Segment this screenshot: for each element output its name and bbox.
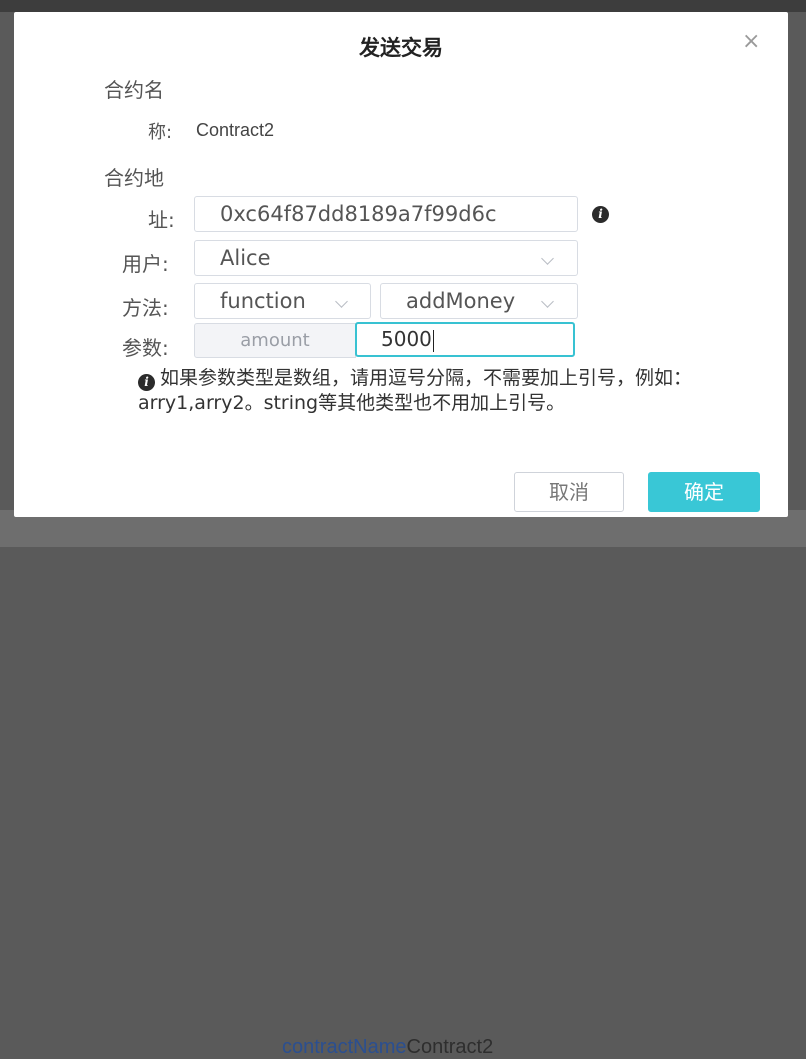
background-link-value: Contract2 (406, 1036, 494, 1058)
user-label: 用户: (122, 252, 169, 276)
info-icon: i (138, 374, 155, 391)
confirm-button[interactable]: 确定 (648, 472, 760, 512)
param-value-text: 5000 (381, 327, 432, 351)
chevron-down-icon (541, 252, 554, 265)
contract-name-label-line1: 合约名 (104, 78, 164, 102)
backdrop (0, 0, 806, 12)
param-hint: i 如果参数类型是数组，请用逗号分隔，不需要加上引号，例如：arry1,arry2… (138, 366, 758, 415)
contract-name-value: Contract2 (196, 120, 275, 140)
method-name-value: addMoney (406, 289, 516, 313)
close-icon[interactable]: × (742, 30, 760, 54)
chevron-down-icon (335, 295, 348, 308)
contract-address-input[interactable]: 0xc64f87dd8189a7f99d6c (194, 196, 578, 232)
contract-address-value: 0xc64f87dd8189a7f99d6c (220, 202, 497, 226)
user-select[interactable]: Alice (194, 240, 578, 276)
user-value: Alice (220, 246, 271, 270)
contract-address-label-line2: 址: (148, 208, 175, 232)
param-name-label: amount (194, 323, 356, 358)
method-label: 方法: (122, 296, 169, 320)
text-caret (432, 329, 434, 352)
contract-address-label-line1: 合约地 (104, 166, 164, 190)
hint-text: 如果参数类型是数组，请用逗号分隔，不需要加上引号，例如：arry1,arry2。… (138, 367, 693, 414)
chevron-down-icon (541, 295, 554, 308)
dialog-title: 发送交易 (359, 36, 443, 60)
send-transaction-dialog: 发送交易 × 合约名 称: Contract2 合约地 址: 0xc64f87d… (14, 12, 788, 517)
background-link-key: contractName (282, 1036, 407, 1058)
cancel-button[interactable]: 取消 (514, 472, 624, 512)
param-value-input[interactable]: 5000 (355, 322, 575, 357)
contract-name-label-line2: 称: (148, 122, 173, 143)
method-name-select[interactable]: addMoney (380, 283, 578, 319)
method-type-select[interactable]: function (194, 283, 371, 319)
background-contract-name: contractNameContract2 (282, 1036, 493, 1059)
info-icon[interactable]: i (592, 206, 609, 223)
method-type-value: function (220, 289, 306, 313)
params-label: 参数: (122, 336, 169, 360)
